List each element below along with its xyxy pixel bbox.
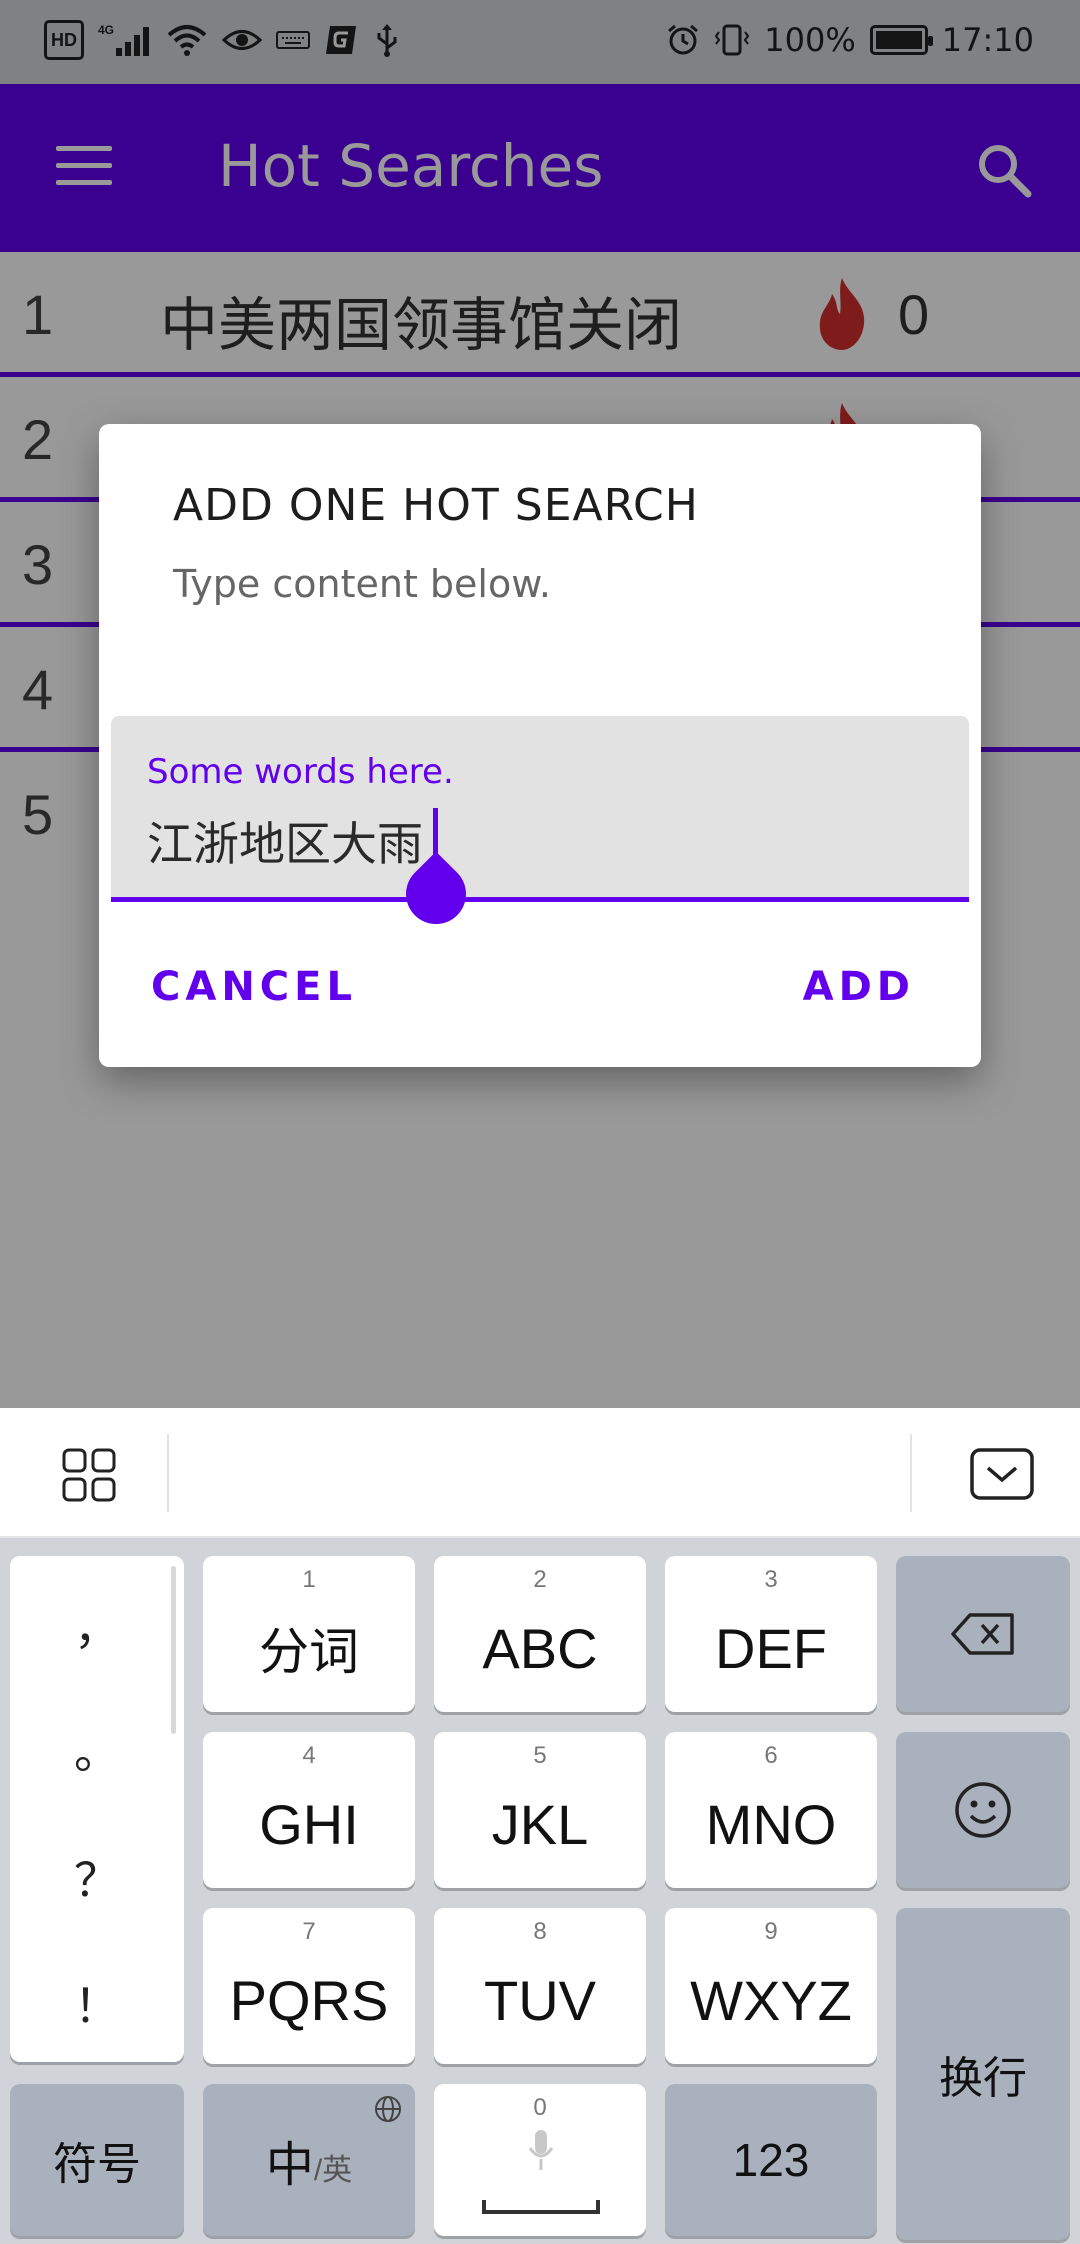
- key-1[interactable]: 1 分词: [203, 1556, 415, 1712]
- key-label: JKL: [491, 1792, 589, 1856]
- key-number: 2: [533, 1566, 547, 1593]
- symbols-key[interactable]: 符号: [10, 2084, 184, 2236]
- key-number: 4: [302, 1742, 316, 1769]
- key-9[interactable]: 9 WXYZ: [665, 1908, 877, 2064]
- punct-period-key[interactable]: 。: [10, 1716, 184, 1782]
- key-2[interactable]: 2 ABC: [434, 1556, 646, 1712]
- key-label: TUV: [484, 1968, 596, 2032]
- key-number: 0: [533, 2094, 547, 2121]
- punct-comma-key[interactable]: ，: [10, 1592, 184, 1658]
- key-6[interactable]: 6 MNO: [665, 1732, 877, 1888]
- key-4[interactable]: 4 GHI: [203, 1732, 415, 1888]
- key-number: 8: [533, 1918, 547, 1945]
- key-label: PQRS: [229, 1968, 389, 2032]
- smiley-icon: [955, 1782, 1011, 1838]
- grid-menu-icon[interactable]: [62, 1448, 116, 1502]
- punctuation-column[interactable]: ， 。 ？ ！: [10, 1556, 184, 2062]
- numbers-label: 123: [732, 2134, 810, 2186]
- symbols-label: 符号: [53, 2139, 141, 2190]
- backspace-key[interactable]: [896, 1556, 1070, 1712]
- keyboard: ， 。 ？ ！ 1 分词 2 ABC 3 DEF 4 GHI 5 JKL 6 M…: [0, 1538, 1080, 2244]
- hide-keyboard-icon[interactable]: [970, 1448, 1034, 1500]
- input-label: Some words here.: [147, 752, 454, 792]
- toolbar-divider: [167, 1434, 169, 1512]
- space-icon: [482, 2200, 600, 2214]
- enter-label: 换行: [939, 2053, 1027, 2104]
- numbers-key[interactable]: 123: [665, 2084, 877, 2236]
- key-3[interactable]: 3 DEF: [665, 1556, 877, 1712]
- key-label: MNO: [705, 1792, 837, 1856]
- key-number: 3: [764, 1566, 778, 1593]
- backspace-icon: [951, 1613, 1014, 1655]
- globe-icon: [375, 2096, 401, 2122]
- key-label: WXYZ: [690, 1968, 852, 2032]
- key-label: DEF: [715, 1616, 827, 1680]
- key-number: 1: [302, 1566, 316, 1593]
- lang-main-label: 中: [265, 2137, 314, 2193]
- dialog-title: ADD ONE HOT SEARCH: [173, 480, 699, 531]
- key-number: 7: [302, 1918, 316, 1945]
- punct-exclaim-key[interactable]: ！: [10, 1970, 184, 2036]
- space-key[interactable]: 0: [434, 2084, 646, 2236]
- emoji-key[interactable]: [896, 1732, 1070, 1888]
- dialog-message: Type content below.: [173, 562, 551, 606]
- punct-question-key[interactable]: ？: [10, 1844, 184, 1910]
- key-5[interactable]: 5 JKL: [434, 1732, 646, 1888]
- key-label: 分词: [259, 1623, 359, 1681]
- input-value[interactable]: 江浙地区大雨: [147, 808, 423, 874]
- cancel-button[interactable]: CANCEL: [151, 964, 357, 1010]
- hot-search-input[interactable]: Some words here. 江浙地区大雨: [111, 716, 969, 902]
- add-hot-search-dialog: ADD ONE HOT SEARCH Type content below. S…: [99, 424, 981, 1067]
- toolbar-divider: [910, 1434, 912, 1512]
- key-number: 6: [764, 1742, 778, 1769]
- key-label: ABC: [482, 1616, 598, 1680]
- microphone-icon: [528, 2130, 554, 2170]
- language-switch-key[interactable]: 中/英: [203, 2084, 415, 2236]
- lang-alt-label: /英: [313, 2154, 353, 2187]
- key-8[interactable]: 8 TUV: [434, 1908, 646, 2064]
- enter-key[interactable]: 换行: [896, 1908, 1070, 2240]
- key-7[interactable]: 7 PQRS: [203, 1908, 415, 2064]
- key-label: GHI: [259, 1792, 359, 1856]
- keyboard-toolbar: [0, 1408, 1080, 1538]
- key-number: 9: [764, 1918, 778, 1945]
- key-number: 5: [533, 1742, 547, 1769]
- add-button[interactable]: ADD: [803, 964, 915, 1010]
